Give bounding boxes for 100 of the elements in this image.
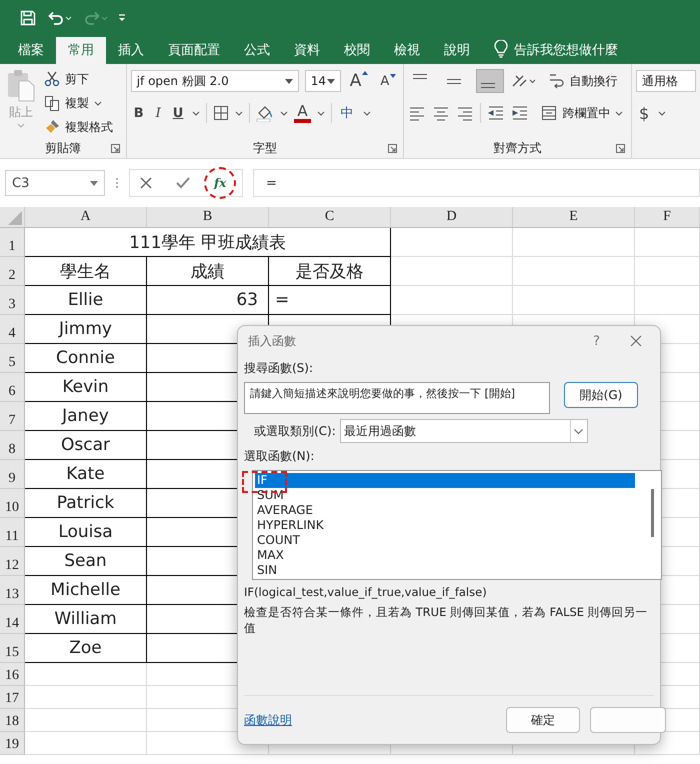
column-header[interactable]: A	[25, 207, 147, 227]
search-field[interactable]: 請鍵入簡短描述來說明您要做的事，然後按一下 [開始]	[244, 382, 550, 414]
borders-icon[interactable]	[213, 105, 230, 121]
dialog-launcher-icon[interactable]	[388, 144, 398, 153]
row-header[interactable]: 1	[0, 228, 25, 257]
caret-icon[interactable]	[192, 110, 200, 116]
paint-bucket-icon[interactable]	[256, 104, 274, 122]
ok-button[interactable]: 確定	[506, 707, 580, 733]
dialog-launcher-icon[interactable]	[110, 144, 120, 153]
row-header[interactable]: 17	[0, 686, 25, 709]
shrink-font-button[interactable]: A	[377, 74, 400, 88]
function-item[interactable]: MAX	[255, 548, 635, 563]
row-header[interactable]: 11	[0, 518, 25, 547]
function-help-link[interactable]: 函數說明	[244, 712, 506, 728]
row-header[interactable]: 6	[0, 373, 25, 402]
function-item[interactable]: SIN	[255, 563, 635, 578]
ribbon-tab[interactable]: 插入	[106, 37, 156, 64]
row-header[interactable]: 14	[0, 605, 25, 634]
function-item[interactable]: COUNT	[255, 533, 635, 548]
merge-center-button[interactable]: 跨欄置中	[541, 102, 624, 124]
row-header[interactable]: 3	[0, 286, 25, 315]
category-label: 或選取類別(C):	[254, 422, 336, 440]
copy-button[interactable]: 複製	[44, 92, 113, 114]
underline-button[interactable]: U	[170, 106, 186, 120]
row-header[interactable]: 18	[0, 709, 25, 732]
row-header[interactable]: 19	[0, 732, 25, 755]
row-header[interactable]: 7	[0, 402, 25, 431]
ribbon-tab[interactable]: 公式	[232, 37, 282, 64]
caret-icon[interactable]	[658, 110, 666, 116]
row-header[interactable]: 16	[0, 663, 25, 686]
decrease-indent-icon[interactable]	[487, 104, 506, 122]
table-cell: =	[269, 286, 391, 315]
category-dropdown[interactable]: 最近用過函數	[340, 419, 588, 443]
ribbon-tab[interactable]: 校閱	[332, 37, 382, 64]
row-header[interactable]: 4	[0, 315, 25, 344]
table-cell: Louisa	[25, 518, 147, 547]
row-header[interactable]: 12	[0, 547, 25, 576]
ribbon-tab[interactable]: 說明	[432, 37, 482, 64]
close-icon[interactable]	[630, 335, 642, 347]
customize-menu-icon[interactable]	[118, 12, 126, 22]
search-label: 搜尋函數(S):	[244, 360, 314, 377]
caret-icon[interactable]	[362, 110, 371, 116]
down-triangle-icon	[390, 74, 396, 78]
function-item[interactable]: IF	[255, 473, 635, 488]
caret-icon[interactable]	[235, 110, 244, 116]
go-button[interactable]: 開始(G)	[564, 382, 638, 408]
caret-icon[interactable]	[280, 110, 288, 116]
empty-cell	[635, 257, 700, 286]
cancel-icon[interactable]	[140, 177, 152, 189]
ribbon-tab[interactable]: 檢視	[382, 37, 432, 64]
font-color-button[interactable]: A	[294, 104, 311, 122]
dialog-title: 插入函數	[248, 332, 297, 350]
help-button[interactable]: ?	[593, 334, 600, 348]
vertical-align-icon	[481, 83, 496, 88]
drag-handle-icon[interactable]	[115, 176, 119, 190]
row-header[interactable]: 8	[0, 431, 25, 460]
font-name-dropdown[interactable]: jf open 粉圓 2.0	[130, 70, 299, 92]
column-heading: 是否及格	[269, 257, 391, 286]
dialog-launcher-icon[interactable]	[616, 144, 625, 153]
row-header[interactable]: 5	[0, 344, 25, 373]
row-header[interactable]: 13	[0, 576, 25, 605]
undo-icon[interactable]	[46, 10, 72, 26]
vertical-align-button[interactable]	[476, 69, 504, 93]
formula-field[interactable]: =	[253, 169, 700, 197]
clipboard-icon	[6, 68, 36, 102]
function-item[interactable]: AVERAGE	[255, 503, 635, 518]
insert-function-button[interactable]: fx	[214, 176, 226, 190]
checkmark-icon[interactable]	[176, 177, 190, 189]
function-item[interactable]: HYPERLINK	[255, 518, 635, 533]
row-header[interactable]: 9	[0, 460, 25, 489]
caret-icon[interactable]	[316, 110, 325, 116]
column-header[interactable]: F	[635, 207, 700, 227]
row-header[interactable]: 15	[0, 634, 25, 663]
name-box[interactable]: C3	[5, 170, 105, 196]
bold-button[interactable]: B	[130, 106, 147, 120]
caret-icon	[94, 100, 102, 106]
wrap-text-button[interactable]: 自動換行	[548, 70, 618, 92]
number-format-dropdown[interactable]: 通用格	[636, 70, 696, 92]
row-header[interactable]: 10	[0, 489, 25, 518]
format-painter-button[interactable]: 複製格式	[44, 116, 113, 138]
ribbon-tab[interactable]: 頁面配置	[156, 37, 232, 64]
font-size-dropdown[interactable]: 14	[304, 70, 341, 92]
column-header[interactable]: B	[147, 207, 269, 227]
grow-font-button[interactable]: A	[346, 71, 372, 91]
column-header[interactable]: D	[391, 207, 513, 227]
save-icon[interactable]	[20, 10, 36, 26]
ribbon-tab[interactable]: 檔案	[6, 37, 56, 64]
ribbon-tab[interactable]: 資料	[282, 37, 332, 64]
scrollbar-thumb[interactable]	[651, 489, 654, 537]
italic-button[interactable]: I	[152, 106, 164, 120]
ribbon-tab[interactable]: 常用	[56, 37, 106, 64]
currency-format-button[interactable]: $	[636, 104, 652, 122]
phonetic-guide-button[interactable]: 中	[338, 104, 357, 122]
row-header[interactable]: 2	[0, 257, 25, 286]
cut-button[interactable]: 剪下	[44, 68, 113, 90]
column-header[interactable]: E	[513, 207, 635, 227]
column-header[interactable]: C	[269, 207, 391, 227]
group-label: 字型	[252, 140, 277, 156]
increase-indent-icon[interactable]	[511, 104, 530, 122]
tell-me-search[interactable]: 告訴我您想做什麼	[514, 37, 618, 64]
